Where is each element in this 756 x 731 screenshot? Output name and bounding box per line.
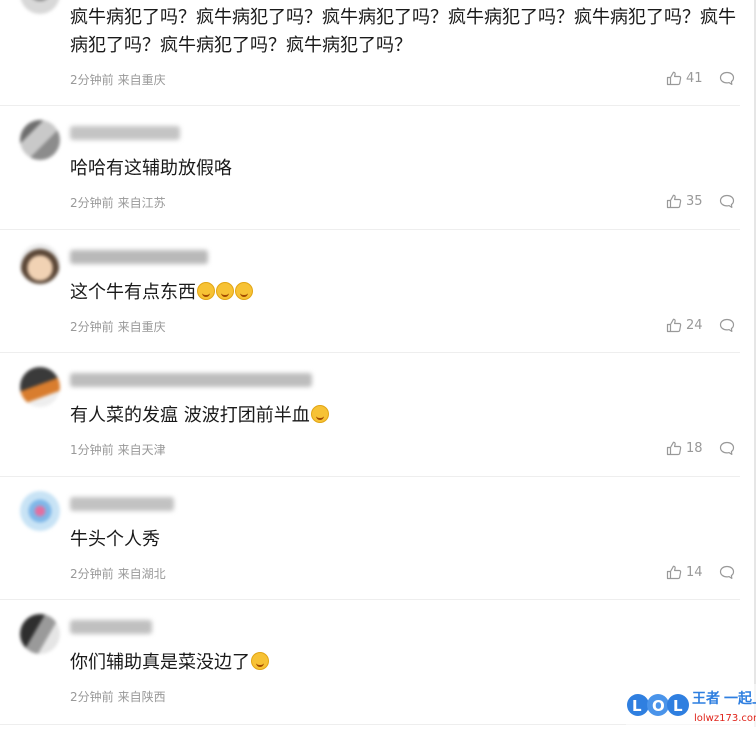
user-avatar[interactable]: [20, 0, 60, 14]
user-nickname[interactable]: [70, 250, 208, 264]
comment-bubble-icon: [719, 441, 735, 455]
like-button[interactable]: 35: [666, 194, 703, 209]
like-button[interactable]: 18: [666, 441, 703, 456]
thumbs-up-icon: [666, 194, 682, 209]
svg-text:lolwz173.com: lolwz173.com: [694, 713, 756, 724]
thumbs-up-icon: [666, 71, 682, 86]
watermark-logo-icon: L O L 王者 一起上 lolwz173.com: [626, 684, 756, 727]
user-avatar[interactable]: [20, 491, 60, 531]
user-nickname[interactable]: [70, 620, 152, 634]
comment-item: 有人菜的发瘟 波波打团前半血 1分钟前 来自天津 18: [0, 353, 740, 477]
comment-time: 2分钟前: [70, 567, 114, 581]
comment-item: 疯牛病犯了吗？疯牛病犯了吗？疯牛病犯了吗？疯牛病犯了吗？疯牛病犯了吗？疯牛病犯了…: [0, 0, 740, 106]
comment-time: 1分钟前: [70, 443, 114, 457]
comment-location: 来自湖北: [117, 567, 166, 581]
comment-text-content: 这个牛有点东西: [70, 282, 196, 303]
like-count: 35: [686, 194, 703, 209]
comment-meta: 1分钟前 来自天津: [70, 441, 166, 458]
like-count: 41: [686, 71, 703, 86]
like-button[interactable]: 24: [666, 318, 703, 333]
comment-time: 2分钟前: [70, 196, 114, 210]
comment-text: 你们辅助真是菜没边了: [70, 649, 269, 677]
comment-text-content: 有人菜的发瘟 波波打团前半血: [70, 405, 310, 426]
comment-location: 来自江苏: [117, 196, 166, 210]
user-nickname[interactable]: [70, 373, 312, 387]
comment-meta: 2分钟前 来自重庆: [70, 318, 166, 335]
comment-location: 来自重庆: [117, 73, 166, 87]
comment-text: 牛头个人秀: [70, 529, 160, 550]
reply-button[interactable]: [719, 441, 735, 460]
thumbs-up-icon: [666, 441, 682, 456]
like-count: 24: [686, 318, 703, 333]
emoji-icon: [235, 282, 253, 300]
site-watermark-logo: L O L 王者 一起上 lolwz173.com: [626, 684, 756, 727]
comment-meta: 2分钟前 来自陕西: [70, 688, 166, 705]
comment-item: 牛头个人秀 2分钟前 来自湖北 14: [0, 477, 740, 600]
comment-location: 来自重庆: [117, 320, 166, 334]
comment-item: 哈哈有这辅助放假咯 2分钟前 来自江苏 35: [0, 106, 740, 230]
emoji-icon: [310, 405, 329, 423]
comment-meta: 2分钟前 来自湖北: [70, 565, 166, 582]
user-nickname[interactable]: [70, 126, 180, 140]
emoji-icon: [251, 652, 269, 670]
svg-text:一起上: 一起上: [724, 690, 756, 707]
comment-time: 2分钟前: [70, 690, 114, 704]
user-avatar[interactable]: [20, 120, 60, 160]
user-avatar[interactable]: [20, 367, 60, 407]
like-count: 18: [686, 441, 703, 456]
comment-text: 哈哈有这辅助放假咯: [70, 158, 232, 179]
comment-bubble-icon: [719, 318, 735, 332]
svg-text:王者: 王者: [692, 691, 720, 707]
comment-meta: 2分钟前 来自江苏: [70, 194, 166, 211]
thumbs-up-icon: [666, 565, 682, 580]
comment-bubble-icon: [719, 194, 735, 208]
comment-text: 有人菜的发瘟 波波打团前半血: [70, 402, 329, 430]
thumbs-up-icon: [666, 318, 682, 333]
comment-text: 这个牛有点东西: [70, 279, 253, 307]
user-nickname[interactable]: [70, 497, 174, 511]
comment-bubble-icon: [719, 71, 735, 85]
reply-button[interactable]: [719, 71, 735, 90]
comment-text-content: 你们辅助真是菜没边了: [70, 652, 250, 673]
reply-button[interactable]: [719, 318, 735, 337]
comment-time: 2分钟前: [70, 73, 114, 87]
comment-time: 2分钟前: [70, 320, 114, 334]
svg-text:O: O: [652, 697, 665, 715]
like-button[interactable]: 41: [666, 71, 703, 86]
reply-button[interactable]: [719, 194, 735, 213]
user-avatar[interactable]: [20, 614, 60, 654]
comment-meta: 2分钟前 来自重庆: [70, 71, 166, 88]
user-avatar[interactable]: [20, 244, 60, 284]
svg-text:L: L: [632, 697, 642, 715]
comment-location: 来自天津: [117, 443, 166, 457]
comment-location: 来自陕西: [117, 690, 166, 704]
like-button[interactable]: 14: [666, 565, 703, 580]
emoji-icon: [197, 282, 215, 300]
like-count: 14: [686, 565, 703, 580]
comment-item: 这个牛有点东西 2分钟前 来自重庆 24: [0, 230, 740, 353]
comment-text: 疯牛病犯了吗？疯牛病犯了吗？疯牛病犯了吗？疯牛病犯了吗？疯牛病犯了吗？疯牛病犯了…: [70, 7, 736, 56]
reply-button[interactable]: [719, 565, 735, 584]
svg-text:L: L: [673, 697, 683, 715]
comment-bubble-icon: [719, 565, 735, 579]
emoji-icon: [216, 282, 234, 300]
